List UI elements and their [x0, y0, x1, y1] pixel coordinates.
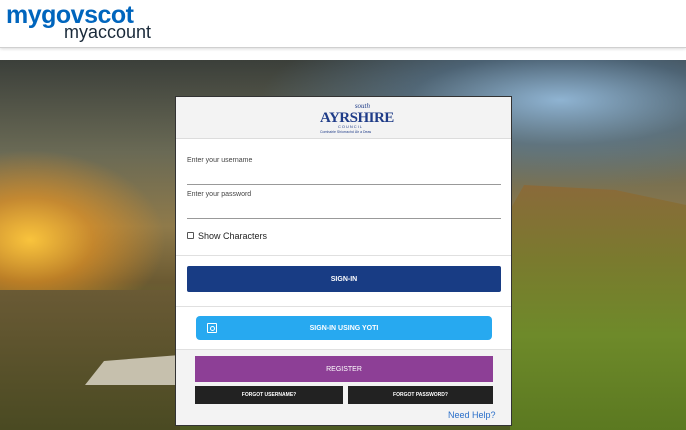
password-underline — [187, 218, 501, 219]
section-divider — [176, 306, 511, 307]
password-label: Enter your password — [187, 191, 252, 198]
sign-in-yoti-label: SIGN-IN USING YOTI — [309, 324, 379, 332]
form-divider — [176, 255, 511, 256]
show-characters-checkbox[interactable] — [187, 232, 194, 239]
show-characters-label[interactable]: Show Characters — [198, 231, 267, 241]
need-help-link[interactable]: Need Help? — [448, 410, 496, 420]
south-ayrshire-council-logo: south AYRSHIRE COUNCIL Comhairle Shiorra… — [320, 102, 394, 135]
sign-in-button[interactable]: SIGN-IN — [187, 266, 501, 292]
username-input[interactable] — [187, 167, 501, 183]
register-button[interactable]: REGISTER — [195, 356, 493, 382]
forgot-username-button[interactable]: FORGOT USERNAME? — [195, 386, 343, 404]
sign-in-yoti-button[interactable]: SIGN-IN USING YOTI — [196, 316, 492, 340]
username-underline — [187, 184, 501, 185]
council-logo-bar: south AYRSHIRE COUNCIL Comhairle Shiorra… — [176, 97, 511, 139]
site-header: mygovscot myaccount — [0, 0, 686, 48]
forgot-password-button[interactable]: FORGOT PASSWORD? — [348, 386, 493, 404]
yoti-icon — [207, 323, 217, 333]
logo-text-council: COUNCIL — [338, 124, 364, 129]
logo-tagline: Comhairle Shiorrachd Àir a Deas — [320, 130, 372, 134]
username-label: Enter your username — [187, 157, 253, 164]
password-input[interactable] — [187, 201, 501, 217]
brand-logo-myaccount: myaccount — [64, 22, 152, 42]
landscape-hill-right — [510, 185, 686, 430]
login-card: south AYRSHIRE COUNCIL Comhairle Shiorra… — [175, 96, 512, 426]
logo-text-south: south — [354, 102, 370, 110]
